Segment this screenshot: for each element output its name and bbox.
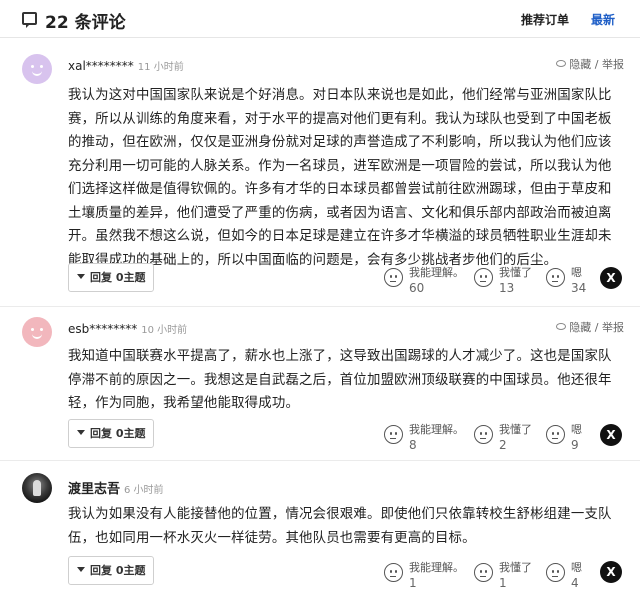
avatar[interactable] <box>22 54 52 84</box>
comment-timestamp: 11 小时前 <box>137 62 184 73</box>
face-icon <box>474 268 493 287</box>
reaction-count: 13 <box>499 281 515 295</box>
x-share-icon[interactable]: X <box>600 267 622 289</box>
comment-text: 我知道中国联赛水平提高了，薪水也上涨了，这导致出国踢球的人才减少了。这也是国家队… <box>68 349 612 411</box>
avatar[interactable] <box>22 473 52 503</box>
hide-report-link[interactable]: 隐藏 / 举报 <box>556 56 624 72</box>
face-icon <box>384 268 403 287</box>
reaction-count: 1 <box>409 576 417 590</box>
reply-button[interactable]: 回复 0主题 <box>68 419 154 448</box>
reply-button[interactable]: 回复 0主题 <box>68 556 154 585</box>
face-icon <box>474 425 493 444</box>
reaction-count: 2 <box>499 438 507 452</box>
reaction-label: 我能理解。 <box>409 561 464 574</box>
reaction-count: 4 <box>571 576 579 590</box>
chevron-down-icon <box>77 274 85 279</box>
comment-username[interactable]: xal******** 11 小时前 <box>68 58 184 73</box>
hide-icon <box>556 60 567 67</box>
comments-header: 22 条评论 推荐订单 最新 <box>0 0 640 38</box>
comment-timestamp: 6 小时前 <box>124 485 164 496</box>
reaction-count: 1 <box>499 576 507 590</box>
comment-username[interactable]: esb******** 10 小时前 <box>68 321 187 336</box>
reaction-count: 8 <box>409 438 417 452</box>
face-icon <box>546 563 565 582</box>
reaction-count: 60 <box>409 281 425 295</box>
hide-icon <box>556 323 567 330</box>
comment-timestamp: 10 小时前 <box>141 325 188 336</box>
comment-text: 我认为这对中国国家队来说是个好消息。对日本队来说也是如此，他们经常与亚洲国家队比… <box>68 88 612 268</box>
hide-report-link[interactable]: 隐藏 / 举报 <box>556 319 624 335</box>
reaction-label: 我能理解。 <box>409 266 464 279</box>
comment-icon <box>22 12 37 28</box>
reaction-label: 我懂了 <box>499 423 532 436</box>
comment-username[interactable]: 渡里志吾 6 小时前 <box>68 478 164 497</box>
face-icon <box>546 268 565 287</box>
comments-count-title: 22 条评论 <box>45 13 126 33</box>
face-icon <box>546 425 565 444</box>
x-share-icon[interactable]: X <box>600 561 622 583</box>
face-icon <box>384 563 403 582</box>
comment-text: 我认为如果没有人能接替他的位置，情况会很艰难。即使他们只依靠转校生舒彬组建一支队… <box>68 507 612 546</box>
sort-recommended-tab[interactable]: 推荐订单 <box>521 11 569 28</box>
reaction-label: 我能理解。 <box>409 423 464 436</box>
reaction-label: 我懂了 <box>499 561 532 574</box>
face-icon <box>384 425 403 444</box>
chevron-down-icon <box>77 567 85 572</box>
chevron-down-icon <box>77 430 85 435</box>
reaction-count: 9 <box>571 438 579 452</box>
x-share-icon[interactable]: X <box>600 424 622 446</box>
avatar-figure-icon <box>33 480 41 496</box>
face-icon <box>474 563 493 582</box>
comment-item: 渡里志吾 6 小时前 我认为如果没有人能接替他的位置，情况会很艰难。即使他们只依靠… <box>0 460 640 600</box>
reaction-label: 我懂了 <box>499 266 532 279</box>
avatar[interactable] <box>22 317 52 347</box>
reaction-label: 嗯 <box>571 423 582 436</box>
reaction-label: 嗯 <box>571 561 582 574</box>
comment-item: esb******** 10 小时前 隐藏 / 举报 我知道中国联赛水平提高了，薪… <box>0 306 640 460</box>
reaction-count: 34 <box>571 281 587 295</box>
reaction-label: 嗯 <box>571 266 582 279</box>
comment-item: xal******** 11 小时前 隐藏 / 举报 我认为这对中国国家队来说是个… <box>0 44 640 306</box>
sort-newest-tab[interactable]: 最新 <box>591 11 615 28</box>
reply-button[interactable]: 回复 0主题 <box>68 263 154 292</box>
